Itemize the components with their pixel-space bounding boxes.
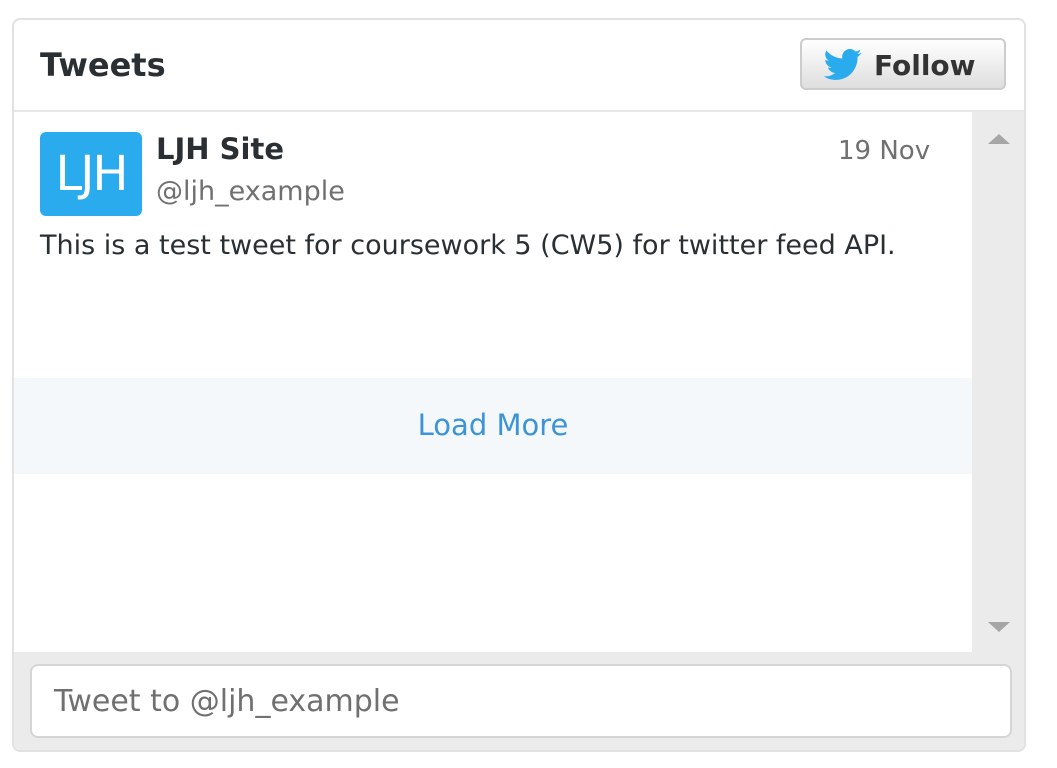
scroll-down-arrow-icon[interactable] — [988, 622, 1010, 632]
twitter-bird-icon — [823, 49, 862, 80]
timeline-feed[interactable]: LJH LJH Site @ljh_example 19 Nov This is… — [14, 112, 972, 652]
load-more-button[interactable]: Load More — [14, 378, 972, 474]
tweet-author-name[interactable]: LJH Site — [156, 132, 284, 166]
tweet-text: This is a test tweet for coursework 5 (C… — [40, 230, 896, 261]
follow-button-label: Follow — [874, 49, 976, 82]
timeline-scrollbar[interactable] — [972, 112, 1024, 652]
timeline-header: Tweets Follow — [14, 20, 1024, 112]
twitter-timeline-widget: Tweets Follow LJH LJH Site @ljh_example … — [12, 18, 1026, 752]
avatar[interactable]: LJH — [40, 132, 142, 216]
tweet-author-handle[interactable]: @ljh_example — [156, 176, 345, 207]
scroll-up-arrow-icon[interactable] — [988, 134, 1010, 144]
timeline-title: Tweets — [40, 46, 166, 84]
tweet-compose-input[interactable] — [30, 664, 1012, 738]
tweet-item[interactable]: LJH LJH Site @ljh_example 19 Nov This is… — [14, 112, 972, 378]
follow-button[interactable]: Follow — [800, 38, 1006, 90]
load-more-label: Load More — [417, 408, 569, 442]
tweet-timestamp[interactable]: 19 Nov — [838, 136, 930, 166]
tweet-composer-footer — [14, 652, 1024, 750]
